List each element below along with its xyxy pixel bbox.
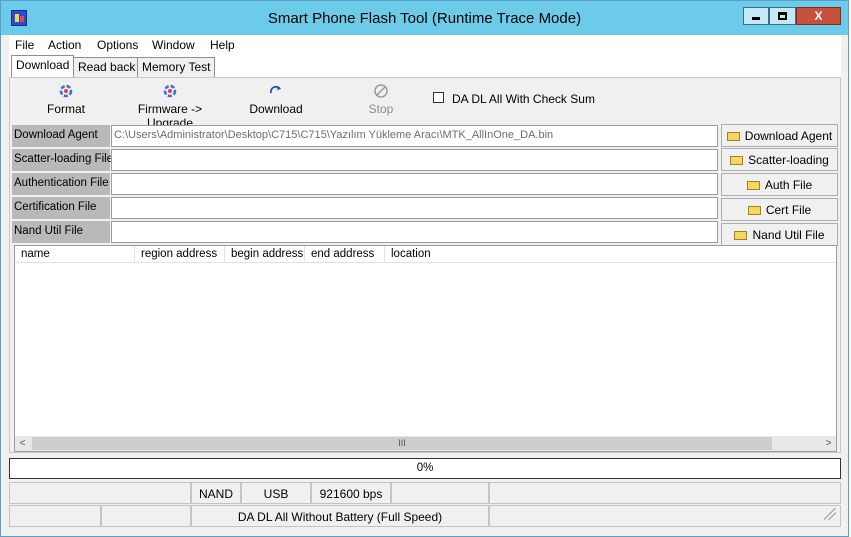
menu-bar: File Action Options Window Help bbox=[9, 35, 841, 55]
nand-util-file-input[interactable] bbox=[111, 221, 718, 243]
minimize-button[interactable] bbox=[743, 7, 769, 25]
status-cell-empty bbox=[489, 482, 841, 504]
checksum-checkbox[interactable] bbox=[433, 92, 444, 103]
column-header-location[interactable]: location bbox=[385, 246, 836, 263]
menu-window[interactable]: Window bbox=[152, 38, 195, 52]
status-storage: NAND bbox=[191, 482, 241, 504]
folder-open-icon bbox=[730, 156, 744, 165]
tab-download[interactable]: Download bbox=[11, 55, 75, 77]
progress-bar: 0% bbox=[9, 458, 841, 479]
format-label: Format bbox=[46, 102, 85, 116]
auth-file-button-label: Auth File bbox=[764, 178, 813, 192]
status-cell-empty bbox=[9, 482, 191, 504]
download-agent-button[interactable]: Download Agent bbox=[721, 124, 838, 147]
menu-help[interactable]: Help bbox=[210, 38, 235, 52]
nand-util-file-button-label: Nand Util File bbox=[752, 228, 825, 242]
scatter-loading-button-label: Scatter-loading bbox=[748, 153, 829, 167]
nand-util-file-label: Nand Util File bbox=[12, 221, 110, 243]
column-header-begin-address[interactable]: begin address bbox=[225, 246, 305, 263]
scatter-loading-label: Scatter-loading File bbox=[12, 149, 113, 171]
download-agent-input[interactable]: C:\Users\Administrator\Desktop\C715\C715… bbox=[111, 125, 718, 147]
menu-file[interactable]: File bbox=[15, 38, 34, 52]
download-agent-label: Download Agent bbox=[12, 125, 110, 147]
column-header-name[interactable]: name bbox=[15, 246, 135, 263]
region-list[interactable]: name region address begin address end ad… bbox=[14, 245, 837, 452]
tab-memory-test[interactable]: Memory Test bbox=[137, 57, 216, 77]
horizontal-scrollbar[interactable]: < III > bbox=[15, 436, 836, 451]
authentication-file-input[interactable] bbox=[111, 173, 718, 195]
menu-action[interactable]: Action bbox=[48, 38, 81, 52]
tab-read-back[interactable]: Read back bbox=[73, 57, 141, 77]
folder-open-icon bbox=[747, 206, 761, 215]
authentication-file-label: Authentication File bbox=[12, 173, 110, 195]
cert-file-button[interactable]: Cert File bbox=[721, 198, 838, 221]
auth-file-button[interactable]: Auth File bbox=[721, 173, 838, 196]
format-button[interactable]: Format bbox=[46, 84, 86, 116]
scroll-left-icon[interactable]: < bbox=[15, 436, 30, 451]
cert-file-button-label: Cert File bbox=[765, 203, 812, 217]
status-baud-rate: 921600 bps bbox=[311, 482, 391, 504]
scroll-right-icon[interactable]: > bbox=[821, 436, 836, 451]
download-button[interactable]: Download bbox=[248, 84, 304, 116]
nand-util-file-button[interactable]: Nand Util File bbox=[721, 223, 838, 246]
status-bar: NAND USB 921600 bps bbox=[9, 482, 841, 504]
menu-options[interactable]: Options bbox=[97, 38, 138, 52]
column-header-end-address[interactable]: end address bbox=[305, 246, 385, 263]
title-bar[interactable]: Smart Phone Flash Tool (Runtime Trace Mo… bbox=[1, 1, 848, 35]
folder-open-icon bbox=[746, 181, 760, 190]
progress-label: 0% bbox=[416, 462, 434, 474]
scroll-thumb[interactable]: III bbox=[32, 437, 772, 450]
status-cell-empty bbox=[101, 505, 191, 527]
maximize-icon bbox=[778, 12, 787, 20]
status-mode: DA DL All Without Battery (Full Speed) bbox=[191, 505, 489, 527]
flash-tool-window: Smart Phone Flash Tool (Runtime Trace Mo… bbox=[0, 0, 849, 537]
status-cell-empty bbox=[9, 505, 101, 527]
checksum-label: DA DL All With Check Sum bbox=[452, 92, 595, 106]
resize-grip-icon[interactable] bbox=[824, 508, 836, 520]
window-title: Smart Phone Flash Tool (Runtime Trace Mo… bbox=[267, 10, 582, 27]
scatter-loading-button[interactable]: Scatter-loading bbox=[721, 148, 838, 171]
certification-file-label: Certification File bbox=[12, 197, 110, 219]
close-button[interactable]: X bbox=[796, 7, 841, 25]
firmware-upgrade-button[interactable]: Firmware -> Upgrade bbox=[118, 84, 222, 130]
minimize-icon bbox=[752, 17, 760, 20]
firmware-upgrade-icon bbox=[163, 84, 177, 98]
stop-label: Stop bbox=[368, 102, 394, 116]
download-panel: Format Firmware -> Upgrade Download Stop bbox=[9, 77, 841, 453]
certification-file-input[interactable] bbox=[111, 197, 718, 219]
tab-strip: Download Read back Memory Test bbox=[9, 55, 841, 77]
stop-button[interactable]: Stop bbox=[365, 84, 397, 116]
stop-icon bbox=[374, 84, 388, 98]
download-label: Download bbox=[249, 102, 303, 116]
status-cell-empty bbox=[391, 482, 489, 504]
column-header-region-address[interactable]: region address bbox=[135, 246, 225, 263]
format-icon bbox=[59, 84, 73, 98]
status-bar-secondary: DA DL All Without Battery (Full Speed) bbox=[9, 505, 841, 527]
status-cell-empty bbox=[489, 505, 841, 527]
folder-open-icon bbox=[734, 231, 748, 240]
download-agent-button-label: Download Agent bbox=[744, 129, 833, 143]
scatter-loading-input[interactable] bbox=[111, 149, 718, 171]
status-connection: USB bbox=[241, 482, 311, 504]
maximize-button[interactable] bbox=[769, 7, 796, 25]
folder-open-icon bbox=[726, 132, 740, 141]
download-arrow-icon bbox=[269, 85, 281, 94]
